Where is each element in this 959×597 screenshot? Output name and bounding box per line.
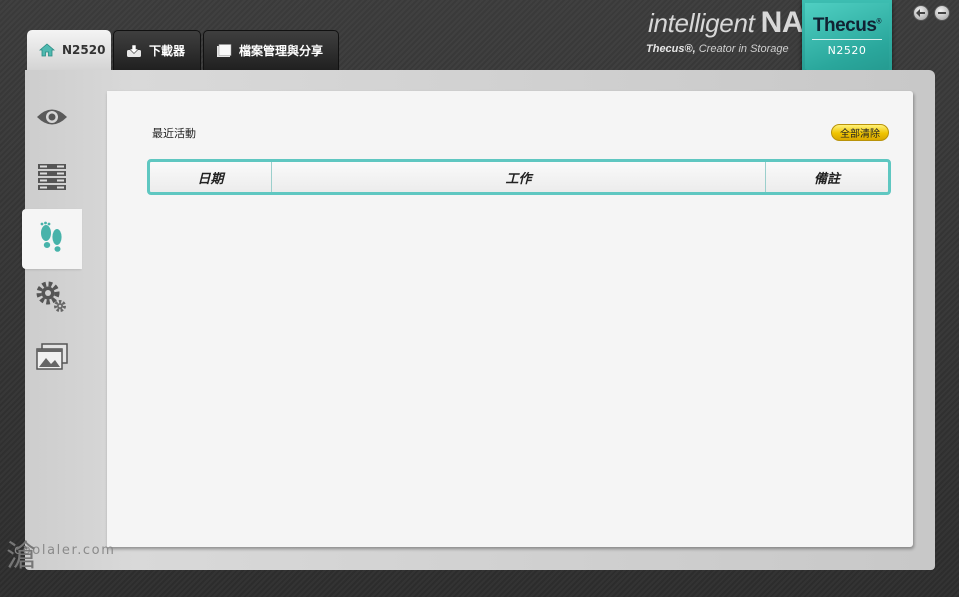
column-header-task[interactable]: 工作 bbox=[271, 162, 765, 192]
tab-label: 檔案管理與分享 bbox=[239, 44, 324, 58]
tab-n2520[interactable]: N2520 bbox=[27, 30, 111, 70]
eye-icon bbox=[35, 106, 69, 132]
folder-icon bbox=[216, 43, 232, 58]
tab-label: N2520 bbox=[62, 43, 106, 57]
back-arrow-icon bbox=[916, 9, 925, 17]
watermark: 滄 coolaler.com bbox=[6, 539, 116, 574]
sidebar-item-applications[interactable] bbox=[22, 329, 82, 389]
badge-divider bbox=[812, 39, 882, 40]
footprints-icon bbox=[38, 221, 66, 257]
tagline-rest: Creator in Storage bbox=[695, 43, 789, 55]
content-panel: 最近活動 全部清除 日期 工作 備註 bbox=[107, 91, 913, 547]
brand-logo: intelligent NAS bbox=[648, 6, 823, 40]
activity-table: 日期 工作 備註 bbox=[147, 159, 891, 195]
minimize-button[interactable] bbox=[934, 5, 950, 21]
sidebar-item-recent-activity[interactable] bbox=[22, 209, 82, 269]
tab-file-manager[interactable]: 檔案管理與分享 bbox=[203, 30, 339, 70]
top-tabs: N2520 下載器 檔案管理與分享 bbox=[27, 30, 339, 70]
clear-all-button[interactable]: 全部清除 bbox=[831, 124, 889, 141]
badge-model: N2520 bbox=[827, 44, 867, 57]
brand-tagline: Thecus®, Creator in Storage bbox=[646, 43, 789, 55]
badge-logo: Thecus® bbox=[812, 15, 882, 36]
server-list-icon bbox=[37, 162, 67, 196]
watermark-glyph: 滄 bbox=[6, 539, 38, 574]
minimize-icon bbox=[938, 12, 946, 14]
section-title: 最近活動 bbox=[152, 127, 196, 140]
sidebar-item-monitor[interactable] bbox=[22, 89, 82, 149]
back-button[interactable] bbox=[913, 5, 929, 21]
column-header-notes[interactable]: 備註 bbox=[765, 162, 888, 192]
sidebar-item-system[interactable] bbox=[22, 149, 82, 209]
home-icon bbox=[38, 43, 56, 57]
column-header-date[interactable]: 日期 bbox=[150, 162, 271, 192]
tab-label: 下載器 bbox=[149, 44, 186, 58]
download-tray-icon bbox=[126, 44, 142, 58]
tab-downloader[interactable]: 下載器 bbox=[113, 30, 201, 70]
logo-intelligent-text: intelligent bbox=[648, 8, 755, 38]
windows-image-icon bbox=[36, 343, 68, 375]
tagline-brand: Thecus®, bbox=[646, 43, 696, 55]
sidebar-item-settings[interactable] bbox=[22, 269, 82, 329]
badge-logo-text: Thecus bbox=[812, 15, 877, 36]
gears-icon bbox=[36, 281, 68, 317]
